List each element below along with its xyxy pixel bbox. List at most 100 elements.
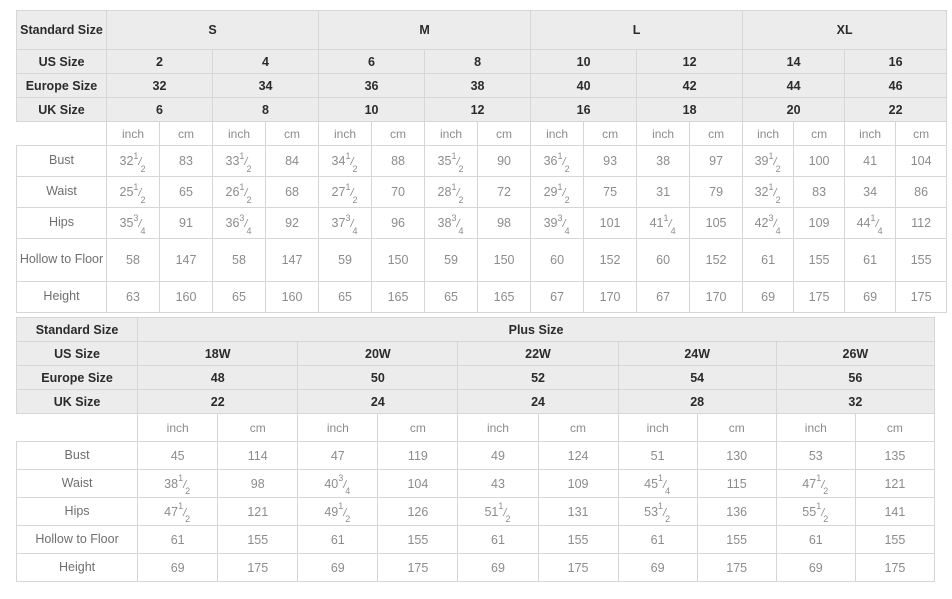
- measure-inch: 363/4: [212, 207, 266, 239]
- measure-inch: 61: [617, 525, 698, 554]
- size-chart-page: Standard Size S M L XL US Size 2 4 6 8 1…: [0, 0, 952, 599]
- table-row: Waist 381/2 98 403/4 104 43 109 451/4 11…: [15, 469, 936, 498]
- measure-cm: 155: [537, 525, 619, 554]
- measure-cm: 75: [583, 176, 638, 208]
- measure-inch: 423/4: [742, 207, 795, 239]
- measure-inch: 261/2: [212, 176, 266, 208]
- uk-size-cell: 6: [106, 97, 213, 122]
- plus-uk-size-cell: 28: [617, 389, 777, 414]
- measure-cm: 147: [159, 238, 213, 282]
- measure-cm: 70: [371, 176, 426, 208]
- unit-cm: cm: [689, 121, 744, 146]
- measure-inch: 411/4: [636, 207, 691, 239]
- measure-inch: 61: [457, 525, 539, 554]
- measure-inch: 31: [636, 176, 691, 208]
- plus-us-size-cell: 24W: [617, 341, 777, 366]
- uk-size-cell: 8: [211, 97, 320, 122]
- measure-cm: 155: [217, 525, 299, 554]
- size-group-s: S: [105, 10, 320, 50]
- plus-measurement-label: Hollow to Floor: [15, 525, 139, 554]
- measurement-label: Height: [16, 281, 107, 313]
- uk-size-label: UK Size: [16, 97, 107, 122]
- measure-inch: 351/2: [424, 145, 479, 177]
- size-group-xl: XL: [742, 10, 948, 50]
- measure-cm: 83: [159, 145, 213, 177]
- table-row: Hollow to Floor 61 155 61 155 61 155 61 …: [15, 525, 936, 554]
- measure-cm: 175: [793, 281, 846, 313]
- measure-inch: 51: [617, 441, 698, 470]
- measure-cm: 83: [793, 176, 846, 208]
- measure-inch: 451/4: [617, 469, 698, 498]
- unit-cm: cm: [537, 413, 619, 442]
- europe-size-cell: 32: [106, 73, 213, 98]
- measure-cm: 160: [159, 281, 213, 313]
- plus-us-size-cell: 20W: [297, 341, 459, 366]
- plus-us-size-cell: 22W: [457, 341, 619, 366]
- europe-size-row: Europe Size 32 34 36 38 40 42 44 46: [16, 73, 948, 98]
- table-row: Waist 251/2 65 261/2 68 271/2 70 281/2 7…: [16, 176, 948, 208]
- measure-cm: 175: [377, 553, 459, 582]
- measure-cm: 152: [583, 238, 638, 282]
- us-size-cell: 10: [530, 49, 638, 74]
- measure-cm: 112: [895, 207, 948, 239]
- measure-inch: 551/2: [775, 497, 856, 526]
- measure-cm: 65: [159, 176, 213, 208]
- us-size-cell: 6: [318, 49, 426, 74]
- measure-inch: 361/2: [530, 145, 585, 177]
- table-row: Height 69 175 69 175 69 175 69 175 69 17…: [15, 553, 936, 582]
- measure-inch: 69: [137, 553, 219, 582]
- europe-size-cell: 40: [530, 73, 638, 98]
- measure-inch: 49: [457, 441, 539, 470]
- measure-inch: 441/4: [844, 207, 897, 239]
- measure-cm: 155: [377, 525, 459, 554]
- table-row: Hips 471/2 121 491/2 126 511/2 131 531/2…: [15, 497, 936, 526]
- measure-cm: 175: [854, 553, 936, 582]
- measure-cm: 175: [696, 553, 777, 582]
- us-size-label: US Size: [16, 49, 107, 74]
- measure-cm: 105: [689, 207, 744, 239]
- plus-uk-size-cell: 24: [297, 389, 459, 414]
- measure-cm: 92: [264, 207, 320, 239]
- measure-inch: 59: [318, 238, 373, 282]
- measure-cm: 114: [217, 441, 299, 470]
- measure-inch: 60: [530, 238, 585, 282]
- plus-uk-size-row: UK Size 22 24 24 28 32: [15, 389, 936, 414]
- measure-cm: 160: [264, 281, 320, 313]
- measure-cm: 150: [371, 238, 426, 282]
- unit-cm: cm: [583, 121, 638, 146]
- measure-cm: 109: [793, 207, 846, 239]
- measure-inch: 63: [106, 281, 160, 313]
- plus-group-row: Standard Size Plus Size: [15, 317, 935, 342]
- measure-inch: 251/2: [106, 176, 160, 208]
- measure-inch: 67: [636, 281, 691, 313]
- uk-size-row: UK Size 6 8 10 12 16 18 20 22: [16, 97, 948, 122]
- measure-cm: 98: [477, 207, 532, 239]
- size-group-m: M: [318, 10, 532, 50]
- measure-cm: 126: [377, 497, 459, 526]
- plus-us-size-cell: 26W: [775, 341, 936, 366]
- unit-inch: inch: [775, 413, 856, 442]
- unit-cm: cm: [377, 413, 459, 442]
- table-row: Bust 45 114 47 119 49 124 51 130 53 135: [15, 441, 936, 470]
- unit-row: inch cm inch cm inch cm inch cm inch cm …: [16, 121, 948, 146]
- plus-size-title: Plus Size: [137, 317, 935, 342]
- plus-measurement-label: Height: [15, 553, 139, 582]
- plus-uk-size-cell: 32: [775, 389, 936, 414]
- measure-cm: 100: [793, 145, 846, 177]
- measure-cm: 141: [854, 497, 936, 526]
- measure-inch: 65: [318, 281, 373, 313]
- europe-size-label: Europe Size: [16, 73, 107, 98]
- us-size-cell: 16: [844, 49, 948, 74]
- measure-inch: 65: [212, 281, 266, 313]
- us-size-cell: 8: [424, 49, 532, 74]
- standard-size-label: Standard Size: [16, 10, 107, 50]
- unit-cm: cm: [477, 121, 532, 146]
- unit-inch: inch: [137, 413, 219, 442]
- measure-inch: 61: [742, 238, 795, 282]
- plus-europe-size-cell: 52: [457, 365, 619, 390]
- measure-cm: 170: [689, 281, 744, 313]
- measure-inch: 47: [297, 441, 379, 470]
- us-size-cell: 4: [211, 49, 320, 74]
- measure-cm: 152: [689, 238, 744, 282]
- measure-inch: 331/2: [212, 145, 266, 177]
